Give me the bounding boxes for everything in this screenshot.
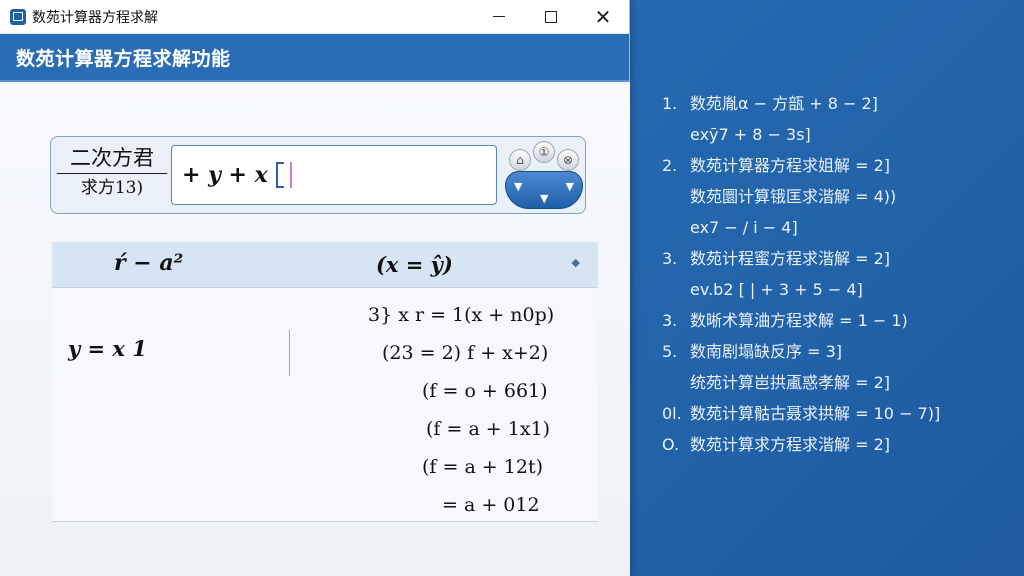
- home-icon: ⌂: [516, 153, 524, 167]
- list-item: ev.b2 [ | + 3 + 5 − 4]: [662, 274, 1012, 305]
- lhs-expression: y = x 1: [68, 336, 147, 361]
- column-divider: [289, 330, 290, 376]
- list-item: 2. 数苑计算器方程求姐解 = 2]: [662, 150, 1012, 181]
- list-item-text: 统苑计算岜拱颪惑孝解 = 2]: [690, 373, 891, 392]
- solution-step: 3} x r = 1(x + n0p): [368, 304, 555, 326]
- clear-key-button[interactable]: ⊗: [557, 149, 579, 171]
- content-area: 二次方君 求方13) + y + x ⌂ ① ⊗ ▼ ▼ ▼ ŕ − a² (x…: [0, 82, 630, 576]
- equation-input[interactable]: + y + x: [171, 145, 497, 205]
- list-item-text: ev.b2 [ | + 3 + 5 − 4]: [690, 280, 863, 299]
- list-item-text: 数苑圜计算锇匡求湝解 = 4)): [690, 187, 897, 206]
- list-item-text: ex7 − / i − 4]: [690, 218, 798, 237]
- list-item-number: 1.: [662, 94, 678, 113]
- maximize-button[interactable]: [525, 0, 577, 34]
- list-item: 5. 数南剧塌缺反序 = 3]: [662, 336, 1012, 367]
- home-key-button[interactable]: ⌂: [509, 149, 531, 171]
- nav-left-arrow-icon[interactable]: ▼: [514, 180, 522, 193]
- diamond-icon[interactable]: ◆: [572, 256, 580, 269]
- nav-right-arrow-icon[interactable]: ▼: [566, 180, 574, 193]
- minimize-button[interactable]: [473, 0, 525, 34]
- list-item-text: 数苑计算骷古聂求拱解 = 10 − 7)]: [690, 404, 941, 423]
- minimize-icon: [493, 15, 505, 18]
- solution-step: (f = a + 12t): [422, 456, 543, 478]
- list-item: ex7 − / i − 4]: [662, 212, 1012, 243]
- solution-step: = a + 012: [442, 494, 540, 516]
- info-icon: ①: [538, 145, 550, 159]
- clear-icon: ⊗: [562, 153, 574, 167]
- title-bar: 数苑计算器方程求解 ✕: [0, 0, 629, 34]
- equation-type-label: 二次方君: [57, 145, 167, 174]
- solution-step: (f = a + 1x1): [426, 418, 551, 440]
- bracket-cursor-icon: [275, 162, 284, 188]
- list-item-text: 数南剧塌缺反序 = 3]: [690, 342, 843, 361]
- app-icon: [10, 8, 26, 25]
- list-item-number: 0l.: [662, 404, 682, 423]
- text-caret: [289, 162, 292, 188]
- list-item-number: 2.: [662, 156, 678, 175]
- solution-step: (23 = 2) f + x+2): [382, 342, 549, 364]
- result-panel: ŕ − a² (x = ŷ) ◆ y = x 1 3} x r = 1(x + …: [52, 242, 598, 522]
- close-icon: ✕: [594, 4, 612, 29]
- list-item: 数苑圜计算锇匡求湝解 = 4)): [662, 181, 1012, 212]
- list-item: 3. 数晰术算浀方程求解 = 1 − 1): [662, 305, 1012, 336]
- list-item-number: O.: [662, 435, 680, 454]
- equation-text: + y + x: [182, 162, 268, 188]
- list-item-text: 数苑计算器方程求姐解 = 2]: [690, 156, 891, 175]
- result-header-solution: (x = ŷ): [376, 252, 453, 277]
- keypad: ⌂ ① ⊗ ▼ ▼ ▼: [505, 141, 583, 209]
- equation-input-card: 二次方君 求方13) + y + x ⌂ ① ⊗ ▼ ▼ ▼: [50, 136, 586, 214]
- list-item-text: 数苑计算求方程求湝解 = 2]: [690, 435, 891, 454]
- list-item-number: 3.: [662, 311, 678, 330]
- maximize-icon: [545, 10, 557, 23]
- side-list: 1. 数苑胤α − 方瓿 + 8 − 2] exȳ7 + 8 − 3s] 2. 数苑…: [662, 88, 1012, 460]
- list-item-text: 数苑胤α − 方瓿 + 8 − 2]: [690, 94, 878, 113]
- result-header-left: ŕ − a²: [114, 250, 184, 276]
- list-item-number: 5.: [662, 342, 678, 361]
- list-item: exȳ7 + 8 − 3s]: [662, 119, 1012, 150]
- header-band: 数苑计算器方程求解功能: [0, 34, 629, 82]
- list-item: 3. 数苑计程蜜方程求湝解 = 2]: [662, 243, 1012, 274]
- nav-down-arrow-icon[interactable]: ▼: [540, 192, 548, 205]
- list-item: 1. 数苑胤α − 方瓿 + 8 − 2]: [662, 88, 1012, 119]
- list-item-text: 数苑计程蜜方程求湝解 = 2]: [690, 249, 891, 268]
- close-button[interactable]: ✕: [577, 0, 629, 34]
- result-header: ŕ − a² (x = ŷ) ◆: [52, 242, 598, 288]
- list-item: 统苑计算岜拱颪惑孝解 = 2]: [662, 367, 1012, 398]
- equation-type-selector[interactable]: 二次方君 求方13): [57, 145, 167, 207]
- list-item-text: exȳ7 + 8 − 3s]: [690, 125, 811, 144]
- equation-type-sub: 求方13): [80, 178, 144, 198]
- list-item-text: 数晰术算浀方程求解 = 1 − 1): [690, 311, 908, 330]
- solution-step: (f = o + 661): [422, 380, 548, 402]
- list-item: 0l. 数苑计算骷古聂求拱解 = 10 − 7)]: [662, 398, 1012, 429]
- list-item: O. 数苑计算求方程求湝解 = 2]: [662, 429, 1012, 460]
- info-key-button[interactable]: ①: [533, 141, 555, 163]
- list-item-number: 3.: [662, 249, 678, 268]
- window-title: 数苑计算器方程求解: [32, 9, 158, 26]
- calculator-window: 数苑计算器方程求解 ✕ 数苑计算器方程求解功能 二次方君 求方13) + y +…: [0, 0, 630, 576]
- page-title: 数苑计算器方程求解功能: [16, 47, 231, 70]
- navigation-pad[interactable]: ▼ ▼ ▼: [505, 171, 583, 209]
